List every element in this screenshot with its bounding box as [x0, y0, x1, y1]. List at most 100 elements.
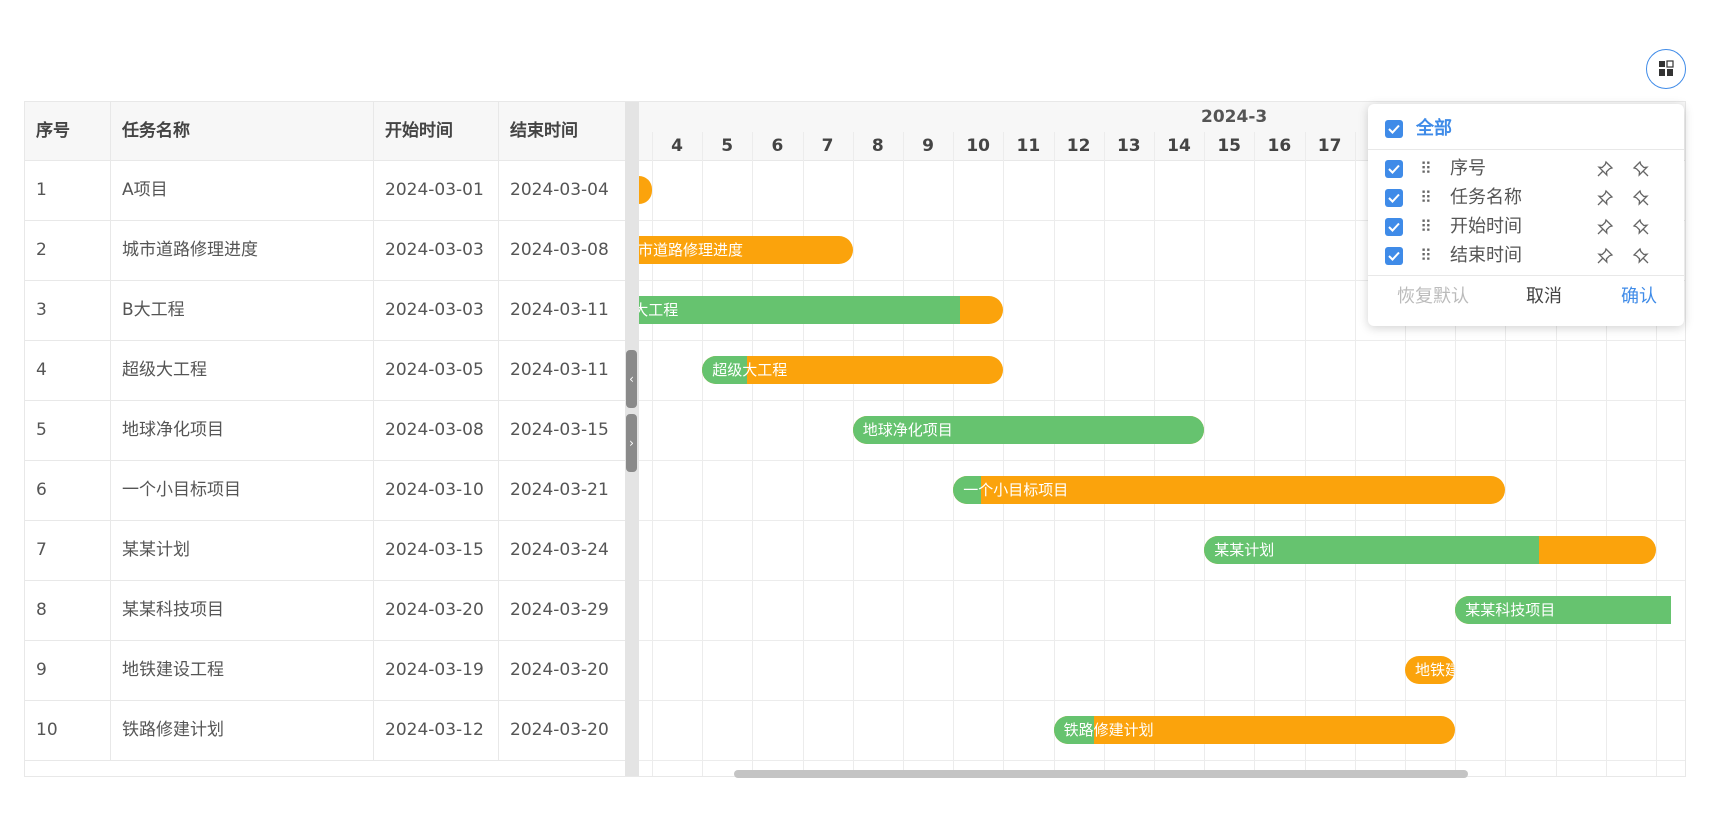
table-row[interactable]: 6 一个小目标项目 2024-03-10 2024-03-21	[25, 460, 625, 521]
pin-left-icon[interactable]	[1596, 189, 1614, 207]
chevron-right-icon: ›	[629, 436, 634, 450]
day-label: 12	[1066, 136, 1091, 156]
column-label: 结束时间	[1450, 245, 1522, 266]
gantt-bar[interactable]: 地球净化项目	[852, 416, 1205, 444]
day-label: 17	[1317, 136, 1342, 156]
gantt-bar-label: 超级大工程	[712, 361, 788, 379]
day-label: 15	[1217, 136, 1242, 156]
pin-left-icon[interactable]	[1596, 247, 1614, 265]
check-icon	[1388, 124, 1400, 134]
layout-grid-icon	[1659, 60, 1674, 76]
table-row[interactable]: 8 某某科技项目 2024-03-20 2024-03-29	[25, 580, 625, 641]
gantt-bar[interactable]: B大工程	[639, 296, 1004, 324]
gantt-bar-label: 城市道路修理进度	[639, 241, 744, 259]
gantt-bar[interactable]: 城市道路修理进度	[639, 236, 853, 264]
gantt-bar[interactable]: 一个小目标项目	[953, 476, 1506, 504]
popup-divider	[1368, 149, 1684, 150]
gantt-bar-label: 铁路修建计划	[1063, 721, 1154, 739]
check-icon	[1388, 251, 1400, 261]
grid-vline	[852, 132, 854, 776]
day-label: 7	[821, 136, 834, 156]
month-label: 2024-3	[1201, 107, 1268, 127]
drag-handle-icon[interactable]: ⠿	[1420, 217, 1432, 236]
header-start-time[interactable]: 开始时间	[374, 102, 499, 160]
grid-vline	[802, 132, 804, 776]
drag-handle-icon[interactable]: ⠿	[1420, 188, 1432, 207]
cell-end-time: 2024-03-11	[510, 360, 609, 380]
table-row[interactable]: 4 超级大工程 2024-03-05 2024-03-11	[25, 340, 625, 401]
select-all-row[interactable]: 全部	[1368, 113, 1684, 145]
grid-hline	[639, 640, 1685, 641]
grid-vline	[1204, 132, 1206, 776]
check-icon	[1388, 164, 1400, 174]
cancel-button[interactable]: 取消	[1526, 282, 1562, 312]
expand-right-handle[interactable]: ›	[626, 414, 637, 472]
grid-hline	[639, 400, 1685, 401]
grid-vline	[903, 132, 904, 776]
pin-right-icon[interactable]	[1632, 189, 1650, 207]
day-label: 9	[922, 136, 934, 156]
cell-task-name: 一个小目标项目	[111, 460, 374, 520]
grid-vline	[1304, 132, 1306, 776]
gantt-bar[interactable]: 铁路修建计划	[1053, 716, 1456, 744]
cell-task-name: 某某科技项目	[111, 580, 374, 640]
column-checkbox[interactable]	[1385, 189, 1403, 207]
column-checkbox[interactable]	[1385, 160, 1403, 178]
reset-default-button[interactable]: 恢复默认	[1397, 282, 1469, 312]
table-row[interactable]: 10 铁路修建计划 2024-03-12 2024-03-20	[25, 700, 625, 761]
gantt-bar[interactable]: 某某科技项目	[1455, 596, 1671, 624]
table-row[interactable]: 5 地球净化项目 2024-03-08 2024-03-15	[25, 400, 625, 461]
gantt-bar-label: 某某计划	[1214, 541, 1275, 559]
day-label: 8	[871, 136, 884, 156]
header-task-name[interactable]: 任务名称	[111, 102, 374, 160]
column-label: 开始时间	[1450, 216, 1522, 237]
grid-hline	[639, 760, 1685, 761]
select-all-label: 全部	[1416, 118, 1452, 139]
confirm-button[interactable]: 确认	[1621, 282, 1657, 312]
cell-end-time: 2024-03-04	[510, 180, 609, 200]
column-setting-row[interactable]: ⠿ 结束时间	[1368, 240, 1684, 272]
gantt-bar[interactable]: 地铁建设...	[1405, 656, 1456, 684]
pin-left-icon[interactable]	[1596, 160, 1614, 178]
table-row[interactable]: 1 A项目 2024-03-01 2024-03-04	[25, 160, 625, 221]
cell-index: 3	[25, 280, 111, 340]
pin-right-icon[interactable]	[1632, 247, 1650, 265]
table-row[interactable]: 2 城市道路修理进度 2024-03-03 2024-03-08	[25, 220, 625, 281]
pin-right-icon[interactable]	[1632, 160, 1650, 178]
table-row[interactable]: 9 地铁建设工程 2024-03-19 2024-03-20	[25, 640, 625, 701]
gantt-bar[interactable]: 某某计划	[1204, 536, 1656, 564]
gantt-bar[interactable]	[639, 176, 652, 204]
check-icon	[1388, 222, 1400, 232]
column-setting-row[interactable]: ⠿ 开始时间	[1368, 211, 1684, 243]
cell-task-name: B大工程	[111, 280, 374, 340]
grid-vline	[1003, 132, 1005, 776]
header-end-time[interactable]: 结束时间	[499, 102, 625, 160]
horizontal-scrollbar[interactable]	[734, 770, 1468, 778]
column-settings-button[interactable]	[1646, 49, 1686, 89]
grid-vline	[702, 132, 704, 776]
column-setting-row[interactable]: ⠿ 任务名称	[1368, 182, 1684, 214]
grid-vline	[1154, 132, 1155, 776]
column-setting-row[interactable]: ⠿ 序号	[1368, 153, 1684, 185]
cell-start-time: 2024-03-05	[374, 340, 499, 400]
drag-handle-icon[interactable]: ⠿	[1420, 246, 1432, 265]
cell-start-time: 2024-03-03	[374, 220, 499, 280]
column-checkbox[interactable]	[1385, 218, 1403, 236]
cell-index: 9	[25, 640, 111, 700]
table-row[interactable]: 3 B大工程 2024-03-03 2024-03-11	[25, 280, 625, 341]
header-index[interactable]: 序号	[25, 102, 111, 160]
grid-vline	[652, 132, 653, 776]
cell-index: 5	[25, 400, 111, 460]
column-checkbox[interactable]	[1385, 247, 1403, 265]
drag-handle-icon[interactable]: ⠿	[1420, 159, 1432, 178]
cell-index: 4	[25, 340, 111, 400]
cell-index: 8	[25, 580, 111, 640]
task-table: 序号 任务名称 开始时间 结束时间 1 A项目 2024-03-01 2024-03-…	[25, 102, 625, 776]
pin-right-icon[interactable]	[1632, 218, 1650, 236]
gantt-bar[interactable]: 超级大工程	[702, 356, 1004, 384]
table-row[interactable]: 7 某某计划 2024-03-15 2024-03-24	[25, 520, 625, 581]
select-all-checkbox[interactable]	[1385, 120, 1403, 138]
collapse-left-handle[interactable]: ‹	[626, 350, 637, 408]
pin-left-icon[interactable]	[1596, 218, 1614, 236]
grid-hline	[639, 580, 1685, 581]
